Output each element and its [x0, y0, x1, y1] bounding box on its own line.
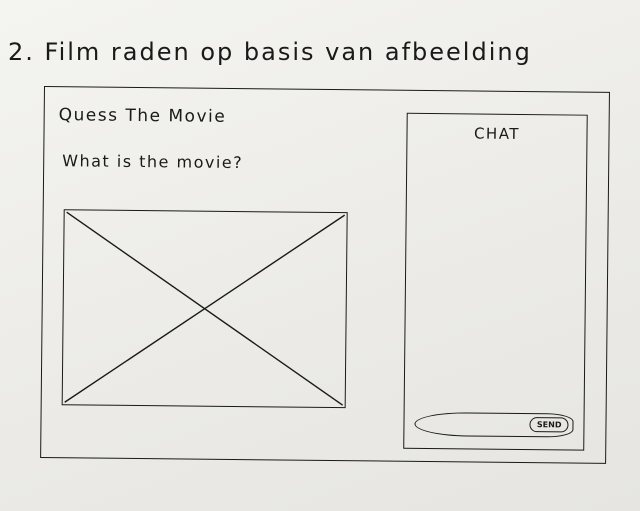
chat-title: CHAT	[473, 124, 521, 143]
movie-image-placeholder	[61, 209, 348, 409]
sketch-heading: 2. Film raden op basis van afbeelding	[8, 38, 532, 66]
question-text: What is the movie?	[62, 151, 244, 173]
image-placeholder-icon	[64, 211, 346, 406]
chat-message-input[interactable]: SEND	[414, 411, 574, 438]
app-title: Quess The Movie	[58, 105, 227, 127]
chat-panel: CHAT SEND	[403, 112, 588, 451]
app-window: Quess The Movie What is the movie? CHAT …	[40, 86, 610, 464]
send-button[interactable]: SEND	[529, 417, 569, 433]
